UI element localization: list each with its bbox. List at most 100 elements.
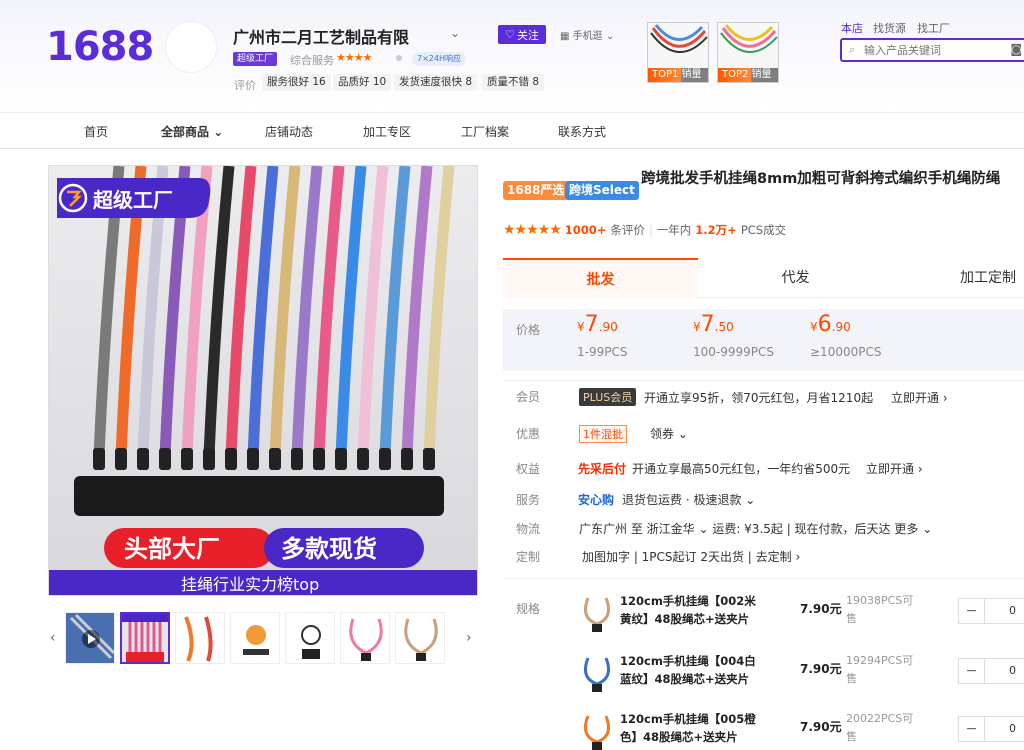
thumbnail[interactable] — [175, 612, 225, 664]
mobile-browse-link[interactable]: ▦ 手机逛 ⌄ — [560, 27, 614, 42]
heart-icon: ♡ — [505, 28, 515, 41]
quantity-value[interactable]: 0 — [1009, 604, 1016, 617]
price-dec: .50 — [714, 320, 734, 334]
logistics-text[interactable]: 广东广州 至 浙江金华 ⌄ 运费: ¥3.5起 | 现在付款，后天达 更多 ⌄ — [579, 520, 932, 537]
currency: ¥ — [577, 320, 585, 334]
nav-item-processing[interactable]: 加工专区 — [363, 123, 411, 140]
shop-name[interactable]: 广州市二月工艺制品有限 — [233, 24, 409, 48]
thumbnail-strip: ‹ › — [48, 612, 478, 668]
qty-range: 100-9999PCS — [693, 345, 775, 359]
hook-clip — [225, 448, 237, 470]
search-icon[interactable]: ⌕ — [849, 43, 855, 57]
quantity-value[interactable]: 0 — [1009, 722, 1016, 735]
thumbnail[interactable] — [120, 612, 170, 664]
nav-item-news[interactable]: 店铺动态 — [265, 123, 313, 140]
divider — [503, 578, 1024, 579]
sku-thumb[interactable] — [582, 654, 612, 694]
top-product-thumb[interactable]: TOP1 销量 — [647, 22, 709, 83]
shop-avatar[interactable] — [165, 21, 217, 73]
sold-suffix: PCS成交 — [740, 223, 787, 237]
price-tier-1: ¥7.90 — [577, 312, 618, 337]
decrement-button[interactable]: − — [959, 599, 985, 623]
separator-dot — [396, 55, 402, 61]
quantity-value[interactable]: 0 — [1009, 664, 1016, 677]
eval-chip[interactable]: 发货速度很快 8 — [394, 74, 478, 91]
product-title-text: 跨境批发手机挂绳8mm加粗可背斜挎式编织手机绳防绳 — [641, 171, 1001, 187]
sku-price: 7.90元 — [800, 662, 842, 676]
cross-border-tag: 跨境Select — [565, 181, 639, 200]
follow-button[interactable]: ♡ 关注 — [498, 25, 546, 44]
thumbnail[interactable] — [65, 612, 115, 664]
thumb-image — [231, 613, 279, 663]
hook-clip — [247, 448, 259, 470]
currency: ¥ — [810, 320, 818, 334]
thumbnail[interactable] — [395, 612, 445, 664]
banner-top-text: 超级工厂 — [92, 188, 173, 212]
service-text[interactable]: 退货包运费 · 极速退款 ⌄ — [622, 491, 755, 508]
tab-dropship[interactable]: 代发 — [698, 258, 893, 298]
top-product-thumb[interactable]: TOP2 销量 — [717, 22, 779, 83]
banner-left-text: 头部大厂 — [124, 535, 220, 563]
main-product-image[interactable]: 超级工厂 头部大厂 多款现货 挂绳行业实力榜top — [48, 165, 478, 596]
sku-row: 120cm手机挂绳【005橙色】48股绳芯+送夹片 7.90元 20022PCS… — [578, 708, 1024, 750]
decrement-button[interactable]: − — [959, 717, 985, 741]
sku-price: 7.90元 — [800, 720, 842, 734]
eval-chip[interactable]: 服务很好 16 — [262, 74, 331, 91]
hook-clip — [181, 448, 193, 470]
custom-text[interactable]: 加图加字 | 1PCS起订 2天出货 | 去定制 › — [582, 548, 800, 565]
hook-clip — [269, 448, 281, 470]
rights-open-link[interactable]: 立即开通 › — [866, 460, 923, 477]
search-tab-factory[interactable]: 找工厂 — [917, 20, 950, 36]
shop-header: 1688 广州市二月工艺制品有限 ⌄ ♡ 关注 ▦ 手机逛 ⌄ 超级工厂 综合服务… — [0, 0, 1024, 112]
sku-thumb[interactable] — [582, 594, 612, 634]
super-factory-badge: 超级工厂 — [233, 52, 278, 66]
review-label[interactable]: 条评价 — [610, 222, 645, 238]
thumbnail[interactable] — [285, 612, 335, 664]
search-tab-shop[interactable]: 本店 — [841, 20, 863, 36]
coupon-dropdown[interactable]: 领券 ⌄ — [650, 425, 688, 442]
tab-wholesale[interactable]: 批发 — [503, 258, 698, 298]
thumbnail[interactable] — [230, 612, 280, 664]
tab-custom[interactable]: 加工定制 — [923, 258, 1024, 298]
price-tier-3: ¥6.90 — [810, 312, 851, 337]
site-logo[interactable]: 1688 — [46, 24, 154, 70]
hook-clip — [203, 448, 215, 470]
lanyard-image — [648, 23, 708, 71]
thumbnail[interactable] — [340, 612, 390, 664]
rights-text: 开通立享最高50元红包，一年约省500元 — [632, 462, 851, 476]
shop-nav: 首页 全部商品 ⌄ 店铺动态 加工专区 工厂档案 联系方式 — [0, 112, 1024, 149]
review-count[interactable]: 1000+ — [565, 223, 607, 237]
chevron-down-icon[interactable]: ⌄ — [450, 26, 460, 40]
sku-thumb[interactable] — [582, 712, 612, 750]
nav-item-home[interactable]: 首页 — [84, 123, 108, 140]
prev-arrow-icon[interactable]: ‹ — [50, 630, 56, 646]
nav-item-factory-profile[interactable]: 工厂档案 — [461, 123, 509, 140]
nav-item-label: 全部商品 — [161, 125, 210, 139]
top2-tag: TOP2 销量 — [718, 68, 778, 82]
rights-label: 权益 — [516, 462, 541, 476]
member-open-link[interactable]: 立即开通 › — [891, 389, 948, 406]
divider — [503, 380, 1024, 381]
quantity-stepper: −0 — [958, 716, 1024, 742]
sku-stock: 19294PCS可售 — [846, 654, 914, 685]
sku-stock: 19038PCS可售 — [846, 594, 914, 625]
sku-name: 120cm手机挂绳【002米黄纹】48股绳芯+送夹片 — [620, 594, 756, 626]
nav-item-contact[interactable]: 联系方式 — [558, 123, 606, 140]
eval-chip[interactable]: 质量不错 8 — [482, 74, 545, 91]
nav-item-all-products[interactable]: 全部商品 ⌄ — [161, 123, 223, 140]
search-tab-source[interactable]: 找货源 — [873, 20, 906, 36]
price-int: 7 — [584, 312, 599, 337]
member-text: 开通立享95折，领70元红包，月省1210起 — [644, 391, 874, 405]
decrement-button[interactable]: − — [959, 659, 985, 683]
price-label: 价格 — [516, 323, 541, 337]
eval-chip[interactable]: 品质好 10 — [333, 74, 392, 91]
sku-stock: 20022PCS可售 — [846, 712, 914, 743]
search-input[interactable] — [864, 43, 1014, 57]
logistics-label: 物流 — [516, 522, 541, 536]
chevron-down-icon: ⌄ — [213, 125, 224, 139]
camera-icon[interactable]: ◙ — [1010, 42, 1022, 56]
next-arrow-icon[interactable]: › — [466, 630, 472, 646]
search-box: ⌕ ◙ — [840, 38, 1024, 62]
qr-icon: ▦ — [560, 31, 573, 42]
lanyard-image — [718, 23, 778, 71]
